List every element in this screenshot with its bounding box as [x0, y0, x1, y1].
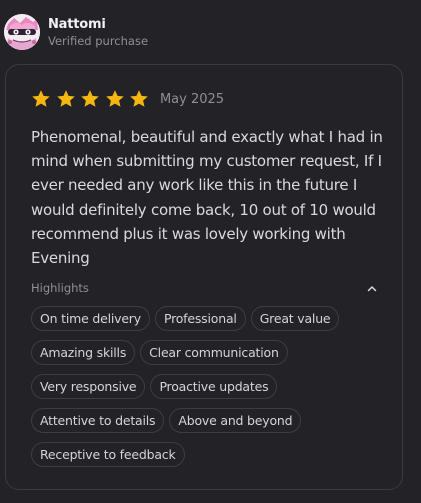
highlight-chip: Amazing skills: [31, 340, 136, 365]
highlights-label: Highlights: [31, 281, 89, 295]
highlight-chip: Proactive updates: [150, 374, 278, 399]
reviewer-name[interactable]: Nattomi: [48, 16, 148, 33]
highlight-chip-row: On time delivery Professional Great value: [31, 306, 391, 331]
verified-purchase-label: Verified purchase: [48, 33, 149, 48]
chevron-up-icon[interactable]: [365, 281, 379, 295]
reviewer-info: Nattomi Verified purchase: [48, 16, 148, 49]
highlight-chip: Receptive to feedback: [31, 442, 185, 467]
highlight-chip: Clear communication: [140, 340, 288, 365]
star-icon: [80, 89, 100, 109]
avatar[interactable]: [4, 14, 40, 50]
highlight-chip: Professional: [154, 306, 246, 331]
highlight-chip: Great value: [250, 306, 340, 331]
rating-row: May 2025: [31, 89, 224, 109]
highlight-chip: Attentive to details: [31, 408, 165, 433]
highlight-chip-row: Receptive to feedback: [31, 442, 391, 467]
star-icon: [31, 89, 51, 109]
highlights-header: Highlights: [31, 281, 379, 295]
highlight-chip: On time delivery: [31, 306, 150, 331]
highlight-chips: On time delivery Professional Great value A…: [31, 306, 391, 476]
highlight-chip: Above and beyond: [169, 408, 302, 433]
review-page: Nattomi Verified purchase May 2025 Pheno…: [0, 0, 421, 503]
star-icon: [105, 89, 125, 109]
star-rating: [31, 89, 154, 109]
review-text: Phenomenal, beautiful and exactly what I…: [31, 128, 383, 268]
highlight-chip: Very responsive: [31, 374, 146, 399]
highlight-chip-row: Very responsive Proactive updates: [31, 374, 391, 399]
review-date: May 2025: [159, 91, 225, 107]
highlight-chip-row: Attentive to details Above and beyond: [31, 408, 391, 433]
star-icon: [56, 89, 76, 109]
star-icon: [129, 89, 149, 109]
reviewer-header: Nattomi Verified purchase: [4, 14, 148, 50]
review-card: May 2025 Phenomenal, beautiful and exact…: [5, 64, 403, 490]
highlight-chip-row: Amazing skills Clear communication: [31, 340, 391, 365]
